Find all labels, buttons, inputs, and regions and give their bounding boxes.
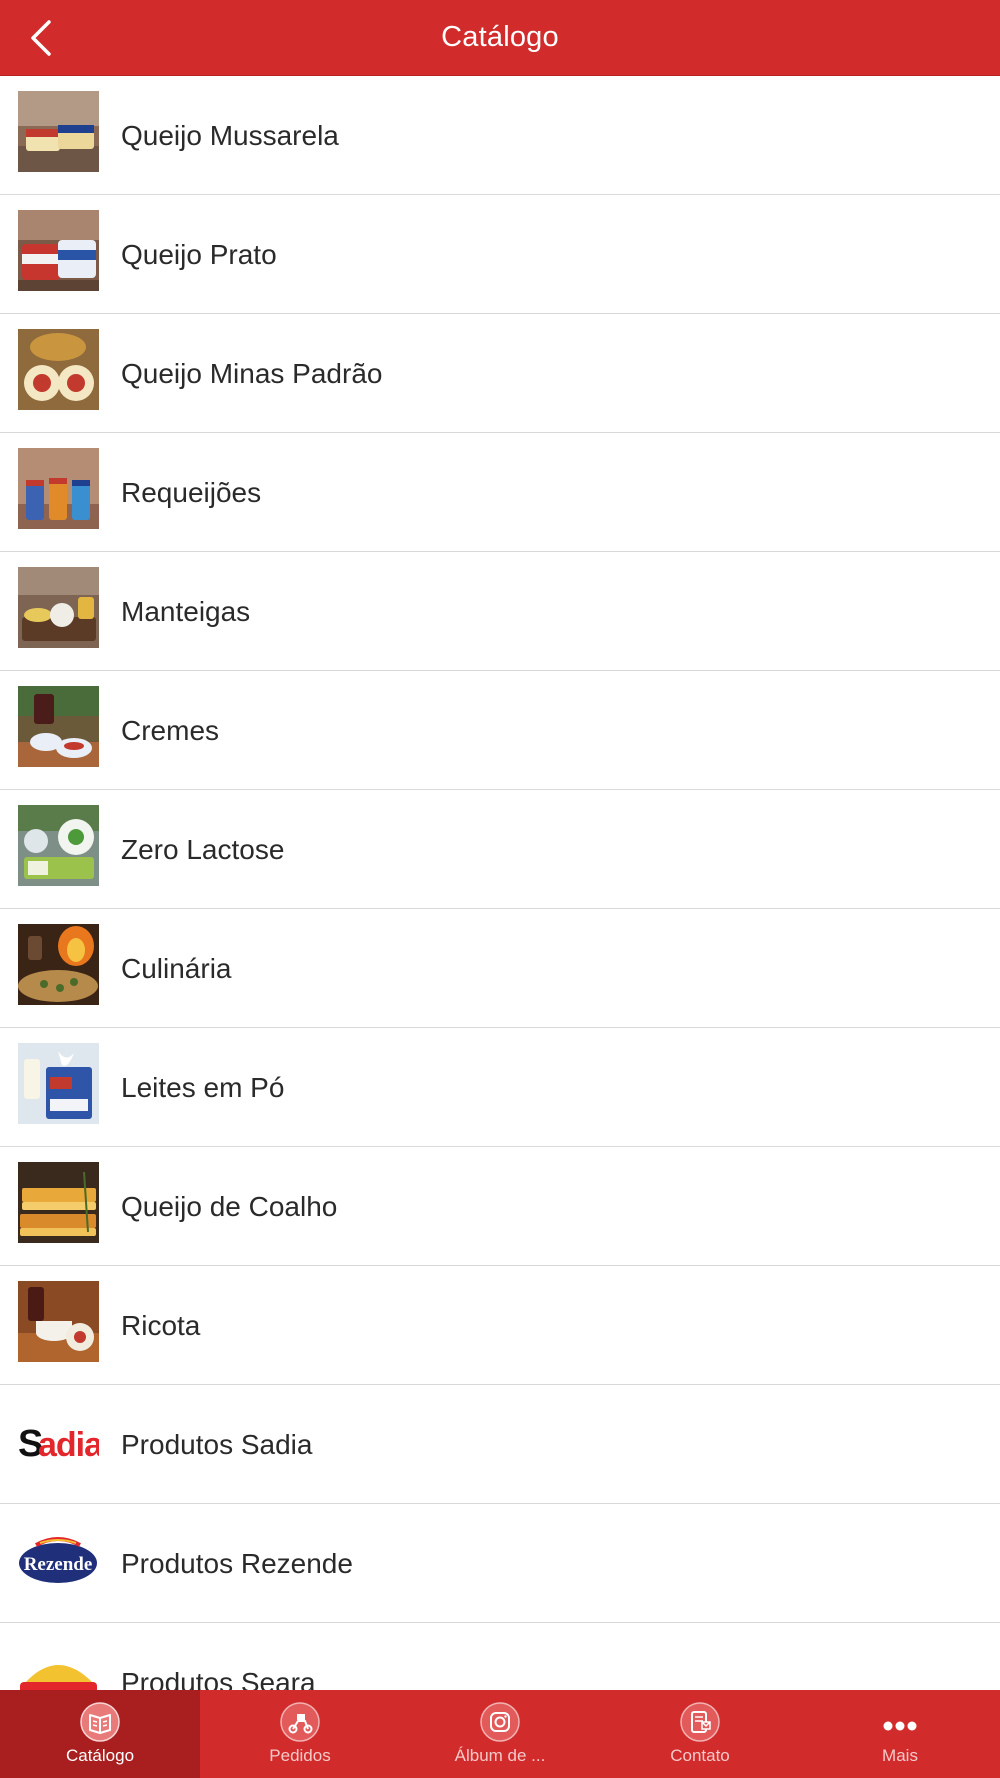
list-item-label: Queijo de Coalho [121, 1191, 338, 1222]
list-item-ricota[interactable]: Ricota [0, 1266, 1000, 1385]
list-item-culinaria[interactable]: Culinária [0, 909, 1000, 1028]
list-item-label: Requeijões [121, 477, 262, 508]
seara-logo: SEARA [18, 1638, 99, 1690]
chevron-left-icon [31, 20, 51, 56]
list-item-label: Queijo Mussarela [121, 120, 339, 151]
tab-label: Pedidos [269, 1746, 331, 1765]
list-item-label: Ricota [121, 1310, 201, 1341]
page-title: Catálogo [441, 21, 559, 53]
tab-label: Mais [882, 1746, 918, 1765]
list-item-requeijoes[interactable]: Requeijões [0, 433, 1000, 552]
culinaria-photo [18, 924, 99, 1005]
prato-photo [18, 210, 99, 291]
list-item-label: Produtos Rezende [121, 1548, 353, 1579]
list-item-label: Produtos Seara [121, 1667, 316, 1690]
camera-icon [480, 1702, 520, 1742]
bottom-tab-bar: Catálogo Pedidos Álbum de ... Contato Ma… [0, 1690, 1000, 1778]
rezende-logo: Rezende [18, 1519, 99, 1600]
zero-lactose-photo [18, 805, 99, 886]
delivery-icon [280, 1702, 320, 1742]
list-item-produtos-seara[interactable]: SEARA Produtos Seara [0, 1623, 1000, 1690]
tab-label: Álbum de ... [454, 1746, 546, 1765]
back-button[interactable] [18, 14, 66, 62]
tab-pedidos[interactable]: Pedidos [200, 1690, 400, 1778]
app-root: Catálogo Queijo Mussarela Queijo Prato Q… [0, 0, 1000, 1778]
book-icon [80, 1702, 120, 1742]
list-item-queijo-de-coalho[interactable]: Queijo de Coalho [0, 1147, 1000, 1266]
tab-label: Catálogo [65, 1746, 135, 1765]
tab-album[interactable]: Álbum de ... [400, 1690, 600, 1778]
svg-text:Rezende: Rezende [24, 1554, 93, 1575]
list-item-label: Cremes [121, 715, 220, 746]
sadia-logo: S adia [18, 1400, 99, 1481]
minas-photo [18, 329, 99, 410]
list-item-leites-em-po[interactable]: Leites em Pó [0, 1028, 1000, 1147]
list-item-queijo-minas[interactable]: Queijo Minas Padrão [0, 314, 1000, 433]
more-icon [883, 1721, 917, 1731]
catalog-list[interactable]: Queijo Mussarela Queijo Prato Queijo Min… [0, 76, 1000, 1690]
mussarela-photo [18, 91, 99, 172]
manteigas-photo [18, 567, 99, 648]
list-item-label: Zero Lactose [121, 834, 285, 865]
list-item-queijo-prato[interactable]: Queijo Prato [0, 195, 1000, 314]
tab-contato[interactable]: Contato [600, 1690, 800, 1778]
list-item-label: Queijo Prato [121, 239, 277, 270]
tab-label: Contato [670, 1746, 730, 1765]
svg-text:adia: adia [38, 1426, 99, 1464]
leites-photo [18, 1043, 99, 1124]
list-item-cremes[interactable]: Cremes [0, 671, 1000, 790]
list-item-label: Produtos Sadia [121, 1429, 313, 1460]
contact-icon [680, 1702, 720, 1742]
list-item-queijo-mussarela[interactable]: Queijo Mussarela [0, 76, 1000, 195]
nav-header: Catálogo [0, 0, 1000, 76]
list-item-label: Leites em Pó [121, 1072, 285, 1103]
requeijoes-photo [18, 448, 99, 529]
cremes-photo [18, 686, 99, 767]
list-item-produtos-sadia[interactable]: S adia Produtos Sadia [0, 1385, 1000, 1504]
coalho-photo [18, 1162, 99, 1243]
list-item-manteigas[interactable]: Manteigas [0, 552, 1000, 671]
list-item-label: Culinária [121, 953, 232, 984]
ricota-photo [18, 1281, 99, 1362]
list-item-zero-lactose[interactable]: Zero Lactose [0, 790, 1000, 909]
list-item-produtos-rezende[interactable]: Rezende Produtos Rezende [0, 1504, 1000, 1623]
tab-catalogo[interactable]: Catálogo [0, 1690, 200, 1778]
list-item-label: Manteigas [121, 596, 251, 627]
tab-mais[interactable]: Mais [800, 1690, 1000, 1778]
list-item-label: Queijo Minas Padrão [121, 358, 383, 389]
